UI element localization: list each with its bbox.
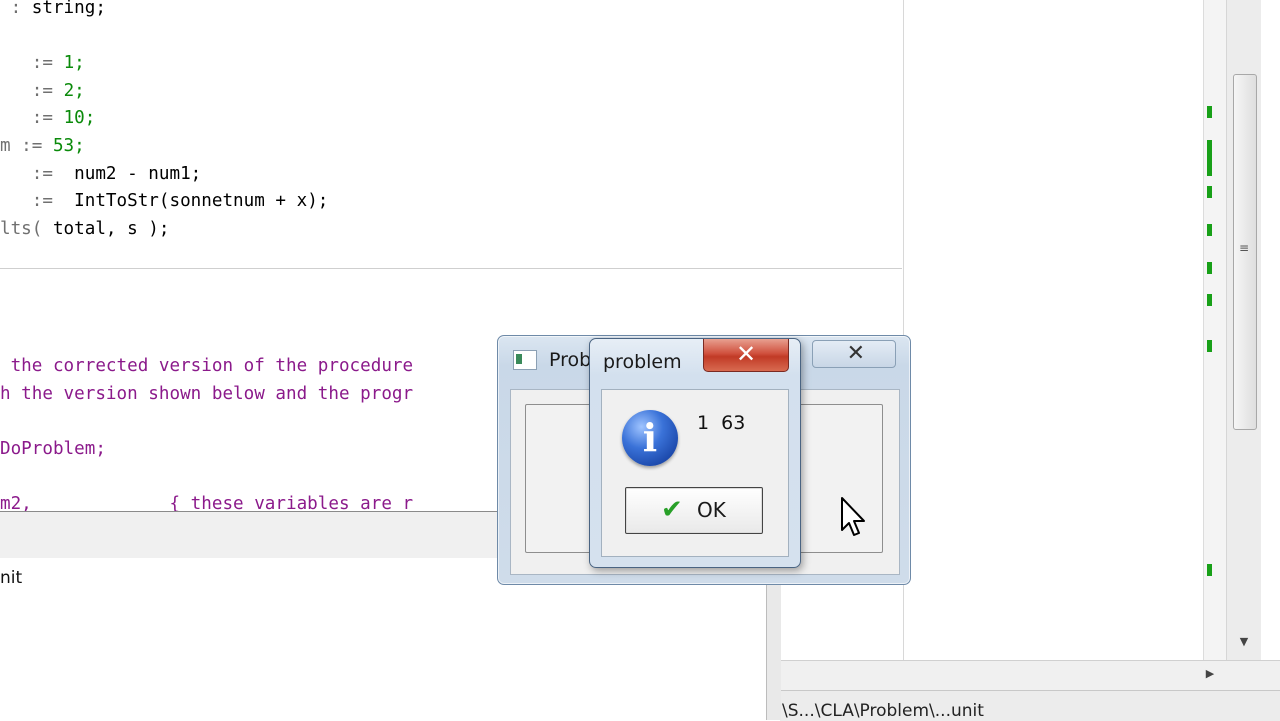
code-line: h the version shown below and the progr xyxy=(0,383,414,404)
code-prefix: := xyxy=(0,163,75,184)
code-text: total, s ); xyxy=(52,218,170,239)
code-prefix: : xyxy=(0,0,32,18)
code-text: string; xyxy=(31,0,106,18)
code-prefix: := xyxy=(0,53,64,74)
code-line: DoProblem; xyxy=(0,438,106,459)
change-marker xyxy=(1207,294,1212,306)
status-bar: \S...\CLA\Problem\...unit xyxy=(780,690,1280,721)
side-panel xyxy=(903,0,1204,660)
code-line: lts( total, s ); xyxy=(0,216,328,244)
change-marker xyxy=(1207,340,1212,352)
code-text: 1; xyxy=(63,53,85,74)
mouse-pointer-icon xyxy=(841,497,865,536)
code-lines-lower: the corrected version of the procedure h … xyxy=(0,353,413,519)
code-line: the corrected version of the procedure xyxy=(0,356,414,376)
change-marker xyxy=(1207,140,1212,176)
change-marker xyxy=(1207,106,1212,118)
code-text: num2 - num1; xyxy=(74,163,202,184)
code-line: := 1; xyxy=(0,50,328,78)
information-icon: i xyxy=(622,410,678,466)
scroll-down-arrow-icon[interactable]: ▼ xyxy=(1234,632,1254,652)
code-prefix: := xyxy=(0,80,64,101)
app-icon-detail xyxy=(516,354,522,364)
code-line: := 10; xyxy=(0,105,328,133)
code-text: IntToStr(sonnetnum + x); xyxy=(74,191,329,212)
code-prefix: m := xyxy=(0,135,53,156)
code-line: m := 53; xyxy=(0,133,328,161)
scroll-right-arrow-icon[interactable]: ▶ xyxy=(1200,664,1220,684)
code-line: := num2 - num1; xyxy=(0,161,328,189)
code-line: := 2; xyxy=(0,78,328,106)
form-close-button[interactable]: ✕ xyxy=(812,340,896,368)
change-marker xyxy=(1207,224,1212,236)
code-text: 10; xyxy=(63,108,96,129)
ok-button-label: OK xyxy=(697,498,726,522)
code-line: := IntToStr(sonnetnum + x); xyxy=(0,188,329,216)
message-dialog-title: problem xyxy=(603,351,682,373)
change-marker xyxy=(1207,564,1212,576)
code-text: 2; xyxy=(63,80,85,101)
message-text: 1 63 xyxy=(697,412,746,434)
scroll-grip-icon: ≡ xyxy=(1238,241,1250,255)
ok-button[interactable] xyxy=(625,487,763,534)
change-marker xyxy=(1207,186,1212,198)
code-line: : string; xyxy=(0,0,328,23)
code-text: 53; xyxy=(52,135,85,156)
close-icon[interactable]: ✕ xyxy=(703,339,789,372)
code-prefix: := xyxy=(0,108,64,129)
checkmark-icon: ✔ xyxy=(661,495,683,525)
code-prefix: := xyxy=(0,191,75,212)
code-editor-upper[interactable]: : string; := 1; := 2; := 10; m := 53; := … xyxy=(0,0,902,269)
code-lines-upper: : string; := 1; := 2; := 10; m := 53; := … xyxy=(0,0,328,243)
messages-text: nit xyxy=(0,568,23,588)
change-marker xyxy=(1207,262,1212,274)
status-file-path: \S...\CLA\Problem\...unit xyxy=(782,701,984,721)
form-window-title: Prob xyxy=(549,349,592,371)
code-prefix: lts( xyxy=(0,218,53,239)
